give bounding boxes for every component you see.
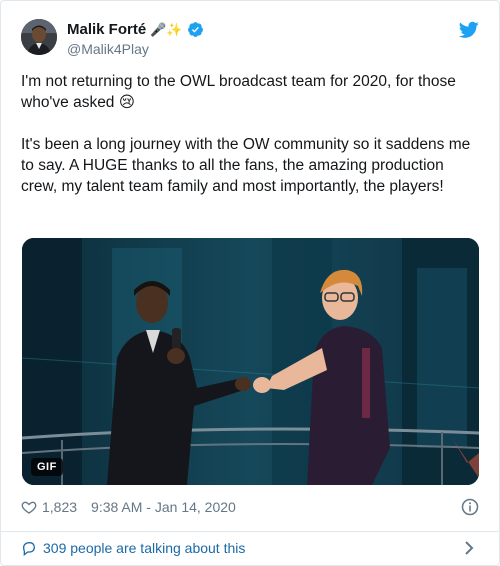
speech-bubble-icon [22,542,36,556]
gif-still-image [22,238,479,485]
tweet-paragraph: It's been a long journey with the OW com… [21,136,471,195]
tweet-timestamp[interactable]: 9:38 AM - Jan 14, 2020 [91,499,236,515]
tweet-card[interactable]: Malik Forté 🎤✨ @Malik4Play I'm not retur… [0,0,500,566]
tweet-paragraph: I'm not returning to the OWL broadcast t… [21,73,456,111]
microphone-icon: 🎤✨ [150,22,183,37]
like-count[interactable]: 1,823 [42,499,77,515]
info-icon[interactable] [461,498,479,516]
chevron-right-icon[interactable] [463,541,475,555]
twitter-bird-icon[interactable] [459,21,479,39]
tweet-header: Malik Forté 🎤✨ @Malik4Play [21,17,479,61]
tweet-text: I'm not returning to the OWL broadcast t… [21,71,479,197]
author-display-name[interactable]: Malik Forté [67,21,146,38]
gif-badge: GIF [31,458,63,476]
conversation-link[interactable]: 309 people are talking about this [21,537,479,559]
author-name-row[interactable]: Malik Forté 🎤✨ [67,21,204,38]
heart-icon[interactable] [21,499,37,515]
divider [1,531,499,532]
avatar[interactable] [21,19,57,55]
verified-badge-icon [187,22,203,37]
conversation-text[interactable]: 309 people are talking about this [43,540,245,556]
author-handle[interactable]: @Malik4Play [67,41,149,57]
tweet-gif-media[interactable]: GIF [22,238,479,485]
tweet-metadata: 1,823 9:38 AM - Jan 14, 2020 [21,497,479,517]
